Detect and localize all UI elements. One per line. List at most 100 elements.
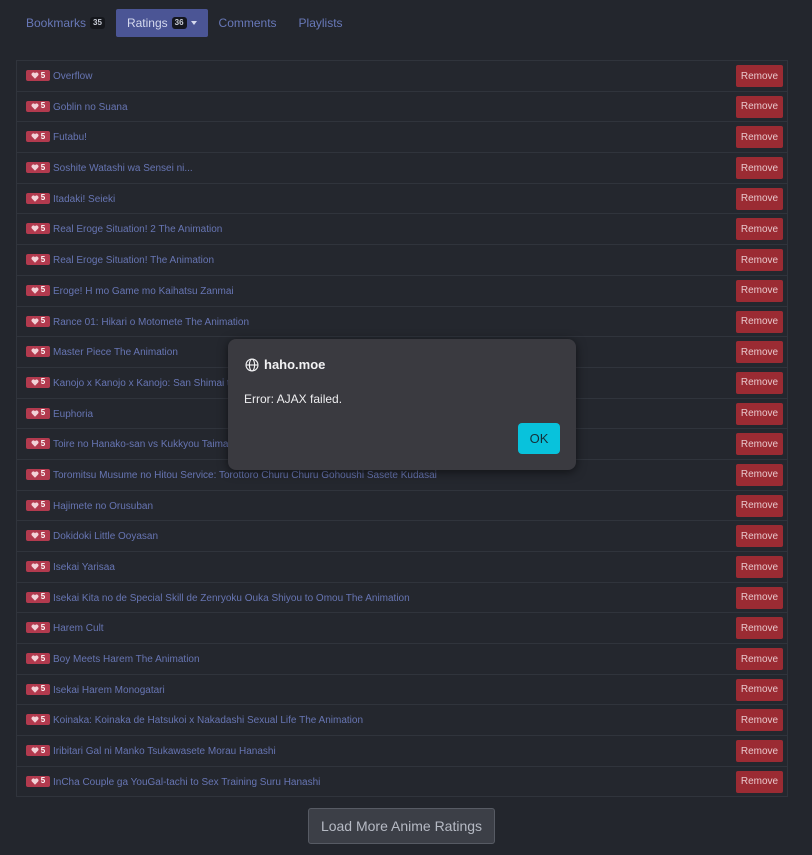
- anime-title-link[interactable]: Iribitari Gal ni Manko Tsukawasete Morau…: [53, 745, 276, 758]
- heart-icon: [31, 318, 39, 325]
- anime-title-link[interactable]: Eroge! H mo Game mo Kaihatsu Zanmai: [53, 285, 234, 298]
- tab-comments[interactable]: Comments: [208, 9, 288, 37]
- rating-row: 5 Isekai Harem Monogatari Remove: [17, 675, 787, 706]
- remove-button[interactable]: Remove: [736, 740, 783, 763]
- rating-row: 5 Futabu! Remove: [17, 122, 787, 154]
- anime-title-link[interactable]: InCha Couple ga YouGal-tachi to Sex Trai…: [53, 776, 320, 789]
- heart-icon: [31, 410, 39, 417]
- alert-dialog: haho.moe Error: AJAX failed. OK: [228, 339, 576, 470]
- rating-row: 5 Soshite Watashi wa Sensei ni... Remove: [17, 153, 787, 184]
- rating-row: 5 InCha Couple ga YouGal-tachi to Sex Tra…: [17, 767, 787, 798]
- heart-icon: [31, 655, 39, 662]
- remove-button[interactable]: Remove: [736, 433, 783, 456]
- rating-badge: 5: [26, 376, 50, 388]
- remove-button[interactable]: Remove: [736, 617, 783, 640]
- anime-title-link[interactable]: Rance 01: Hikari o Motomete The Animatio…: [53, 316, 249, 329]
- rating-row: 5 Hajimete no Orusuban Remove: [17, 491, 787, 522]
- heart-icon: [31, 594, 39, 601]
- rating-value: 5: [40, 530, 46, 540]
- rating-row: 5 Real Eroge Situation! 2 The Animation Re…: [17, 214, 787, 246]
- rating-row: 5 Goblin no Suana Remove: [17, 92, 787, 123]
- heart-icon: [31, 563, 39, 570]
- anime-title-link[interactable]: Real Eroge Situation! The Animation: [53, 254, 214, 267]
- rating-badge: 5: [26, 346, 50, 358]
- rating-value: 5: [40, 714, 46, 724]
- anime-title-link[interactable]: Boy Meets Harem The Animation: [53, 653, 200, 666]
- anime-title-link[interactable]: Overflow: [53, 70, 92, 83]
- rating-badge: 5: [26, 131, 50, 143]
- load-more-button[interactable]: Load More Anime Ratings: [308, 808, 495, 844]
- remove-button[interactable]: Remove: [736, 525, 783, 548]
- remove-button[interactable]: Remove: [736, 218, 783, 241]
- remove-button[interactable]: Remove: [736, 463, 783, 486]
- anime-title-link[interactable]: Euphoria: [53, 408, 93, 421]
- anime-title-link[interactable]: Toire no Hanako-san vs Kukkyou Taimash: [53, 438, 239, 451]
- rating-value: 5: [40, 745, 46, 755]
- anime-title-link[interactable]: Soshite Watashi wa Sensei ni...: [53, 162, 193, 175]
- rating-row: 5 Isekai Yarisaa Remove: [17, 552, 787, 583]
- rating-value: 5: [40, 561, 46, 571]
- ok-button[interactable]: OK: [518, 423, 560, 454]
- rating-value: 5: [40, 346, 46, 356]
- rating-row: 5 Rance 01: Hikari o Motomete The Animati…: [17, 307, 787, 338]
- anime-title-link[interactable]: Kanojo x Kanojo x Kanojo: San Shimai to: [53, 377, 235, 390]
- tab-label: Ratings: [126, 16, 168, 30]
- anime-title-link[interactable]: Dokidoki Little Ooyasan: [53, 530, 158, 543]
- tab-count-badge: 35: [90, 17, 105, 29]
- rating-badge: 5: [26, 683, 50, 695]
- rating-badge: 5: [26, 499, 50, 511]
- remove-button[interactable]: Remove: [736, 310, 783, 333]
- rating-badge: 5: [26, 468, 50, 480]
- anime-title-link[interactable]: Hajimete no Orusuban: [53, 500, 153, 513]
- rating-value: 5: [40, 776, 46, 786]
- rating-badge: 5: [26, 622, 50, 634]
- remove-button[interactable]: Remove: [736, 341, 783, 364]
- remove-button[interactable]: Remove: [736, 126, 783, 149]
- remove-button[interactable]: Remove: [736, 187, 783, 210]
- remove-button[interactable]: Remove: [736, 678, 783, 701]
- anime-title-link[interactable]: Real Eroge Situation! 2 The Animation: [53, 223, 222, 236]
- remove-button[interactable]: Remove: [736, 494, 783, 517]
- rating-value: 5: [40, 193, 46, 203]
- rating-badge: 5: [26, 162, 50, 174]
- anime-title-link[interactable]: Master Piece The Animation: [53, 346, 178, 359]
- anime-title-link[interactable]: Koinaka: Koinaka de Hatsukoi x Nakadashi…: [53, 714, 363, 727]
- remove-button[interactable]: Remove: [736, 709, 783, 732]
- rating-badge: 5: [26, 775, 50, 787]
- anime-title-link[interactable]: Harem Cult: [53, 622, 104, 635]
- anime-title-link[interactable]: Futabu!: [53, 131, 87, 144]
- tab-label: Playlists: [298, 16, 343, 30]
- tab-ratings[interactable]: Ratings 36: [115, 9, 208, 37]
- anime-title-link[interactable]: Isekai Harem Monogatari: [53, 684, 165, 697]
- anime-title-link[interactable]: Goblin no Suana: [53, 101, 128, 114]
- anime-title-link[interactable]: Itadaki! Seieki: [53, 193, 115, 206]
- anime-title-link[interactable]: Isekai Yarisaa: [53, 561, 115, 574]
- heart-icon: [31, 164, 39, 171]
- heart-icon: [31, 778, 39, 785]
- rating-row: 5 Isekai Kita no de Special Skill de Zenr…: [17, 583, 787, 614]
- remove-button[interactable]: Remove: [736, 770, 783, 793]
- anime-title-link[interactable]: Isekai Kita no de Special Skill de Zenry…: [53, 592, 410, 605]
- remove-button[interactable]: Remove: [736, 371, 783, 394]
- heart-icon: [31, 225, 39, 233]
- remove-button[interactable]: Remove: [736, 402, 783, 425]
- rating-value: 5: [40, 684, 46, 694]
- remove-button[interactable]: Remove: [736, 586, 783, 609]
- rating-badge: 5: [26, 561, 50, 572]
- remove-button[interactable]: Remove: [736, 65, 783, 87]
- anime-title-link[interactable]: Toromitsu Musume no Hitou Service: Torot…: [53, 469, 437, 482]
- heart-icon: [31, 256, 39, 263]
- rating-value: 5: [40, 438, 46, 448]
- remove-button[interactable]: Remove: [736, 648, 783, 671]
- remove-button[interactable]: Remove: [736, 249, 783, 272]
- tab-bookmarks[interactable]: Bookmarks 35: [15, 9, 116, 37]
- remove-button[interactable]: Remove: [736, 157, 783, 180]
- remove-button[interactable]: Remove: [736, 279, 783, 302]
- rating-value: 5: [40, 131, 46, 141]
- remove-button[interactable]: Remove: [736, 95, 783, 118]
- rating-value: 5: [40, 500, 46, 510]
- rating-row: 5 Boy Meets Harem The Animation Remove: [17, 644, 787, 675]
- remove-button[interactable]: Remove: [736, 556, 783, 578]
- rating-row: 5 Eroge! H mo Game mo Kaihatsu Zanmai Remo…: [17, 276, 787, 307]
- tab-playlists[interactable]: Playlists: [288, 9, 354, 37]
